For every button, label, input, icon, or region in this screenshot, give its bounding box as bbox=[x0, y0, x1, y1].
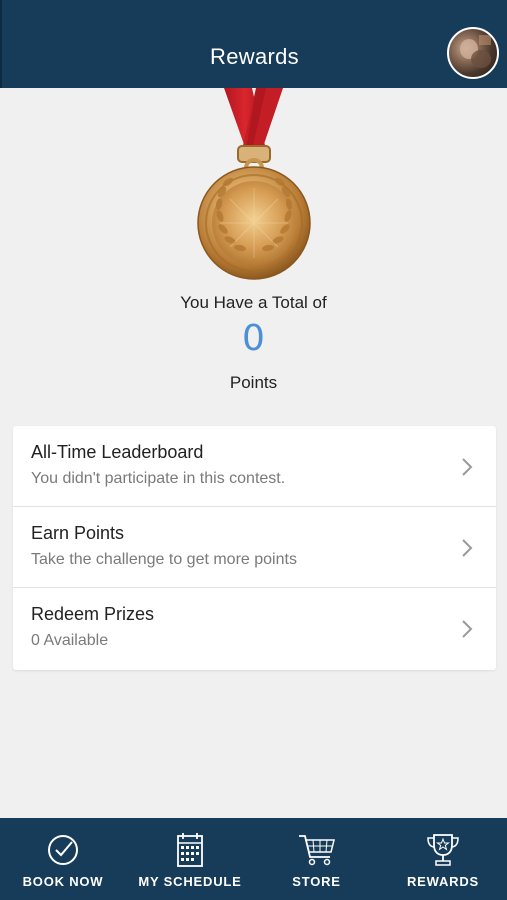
page-title: Rewards bbox=[210, 44, 299, 69]
chevron-right-icon bbox=[462, 539, 473, 557]
tab-book-now[interactable]: BOOK NOW bbox=[0, 818, 126, 900]
tab-label: MY SCHEDULE bbox=[138, 874, 242, 889]
check-circle-icon bbox=[48, 835, 78, 865]
points-total-label: You Have a Total of bbox=[180, 293, 327, 312]
menu-item-leaderboard[interactable]: All-Time Leaderboard You didn't particip… bbox=[13, 426, 496, 507]
menu-item-earn-points[interactable]: Earn Points Take the challenge to get mo… bbox=[13, 507, 496, 588]
trophy-icon bbox=[427, 834, 459, 866]
rewards-menu: All-Time Leaderboard You didn't particip… bbox=[13, 426, 496, 670]
gold-medal-icon bbox=[190, 88, 317, 288]
menu-item-title: Earn Points bbox=[31, 523, 125, 543]
avatar-photo-icon bbox=[460, 35, 491, 68]
bottom-tab-bar: BOOK NOW MY SCHEDULE STORE REWARDS bbox=[0, 818, 507, 900]
chevron-right-icon bbox=[462, 458, 473, 476]
menu-item-subtitle: Take the challenge to get more points bbox=[31, 551, 297, 568]
menu-item-subtitle: You didn't participate in this contest. bbox=[31, 470, 286, 487]
calendar-icon bbox=[177, 833, 203, 867]
chevron-right-icon bbox=[462, 620, 473, 638]
rewards-screen: Rewards You Have a Total of 0 Points All… bbox=[0, 0, 507, 900]
menu-item-title: Redeem Prizes bbox=[31, 604, 155, 624]
tab-label: REWARDS bbox=[406, 874, 480, 889]
points-total-value: 0 bbox=[242, 318, 265, 359]
header-bar: Rewards bbox=[0, 0, 507, 88]
tab-label: BOOK NOW bbox=[22, 874, 104, 889]
points-unit-label: Points bbox=[229, 373, 278, 392]
menu-item-subtitle: 0 Available bbox=[31, 632, 109, 649]
tab-rewards[interactable]: REWARDS bbox=[379, 818, 507, 900]
cart-icon bbox=[298, 835, 335, 866]
tab-my-schedule[interactable]: MY SCHEDULE bbox=[126, 818, 254, 900]
menu-item-title: All-Time Leaderboard bbox=[31, 442, 204, 462]
menu-item-redeem-prizes[interactable]: Redeem Prizes 0 Available bbox=[13, 588, 496, 670]
user-avatar[interactable] bbox=[447, 27, 499, 79]
tab-store[interactable]: STORE bbox=[254, 818, 379, 900]
tab-label: STORE bbox=[292, 874, 341, 889]
